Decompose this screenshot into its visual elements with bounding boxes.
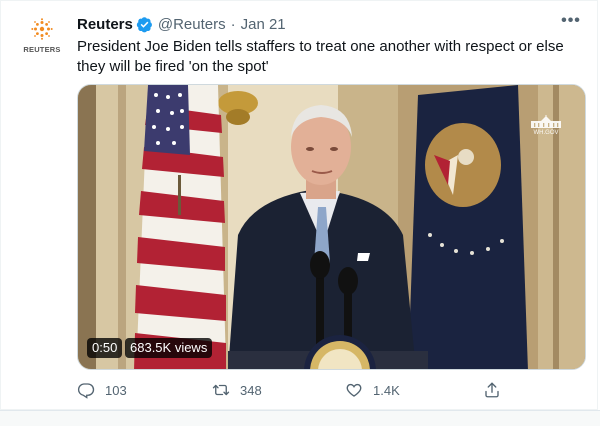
tweet-card[interactable]: REUTERS Reuters @Reuters · Jan 21 ••• Pr… (0, 0, 598, 410)
reply-icon (77, 383, 95, 399)
video-views-badge: 683.5K views (125, 338, 213, 358)
next-tweet-divider (0, 410, 600, 426)
wh-gov-label: WH.GOV (533, 130, 559, 136)
like-count: 1.4K (373, 382, 400, 398)
separator-dot: · (230, 15, 236, 33)
tweet-date[interactable]: Jan 21 (241, 16, 286, 33)
video-thumbnail (78, 85, 585, 369)
like-button[interactable]: 1.4K (345, 379, 400, 401)
video-duration-badge: 0:50 (87, 338, 123, 358)
retweet-icon (212, 384, 230, 396)
share-icon (485, 382, 499, 398)
white-house-icon (531, 115, 561, 128)
retweet-button[interactable]: 348 (212, 379, 262, 401)
share-button[interactable] (483, 379, 511, 401)
more-icon[interactable]: ••• (561, 11, 581, 31)
tweet-header: Reuters @Reuters · Jan 21 (77, 14, 286, 34)
author-handle[interactable]: @Reuters (158, 16, 226, 33)
presidential-flag (408, 85, 528, 369)
video-player[interactable]: WH.GOV 0:50 683.5K views (77, 84, 586, 370)
verified-badge-icon (136, 16, 152, 32)
tweet-actions: 103 348 1.4K (77, 379, 527, 401)
tweet-text: President Joe Biden tells staffers to tr… (77, 38, 564, 75)
heart-icon (346, 383, 362, 397)
us-flag (134, 85, 226, 369)
retweet-count: 348 (240, 382, 262, 398)
reply-count: 103 (105, 382, 127, 398)
wh-gov-watermark: WH.GOV (526, 115, 566, 136)
reuters-logo-icon (31, 18, 53, 40)
avatar-wordmark: REUTERS (23, 45, 61, 54)
author-name[interactable]: Reuters (77, 16, 133, 33)
avatar[interactable]: REUTERS (17, 15, 67, 65)
reply-button[interactable]: 103 (77, 379, 127, 401)
